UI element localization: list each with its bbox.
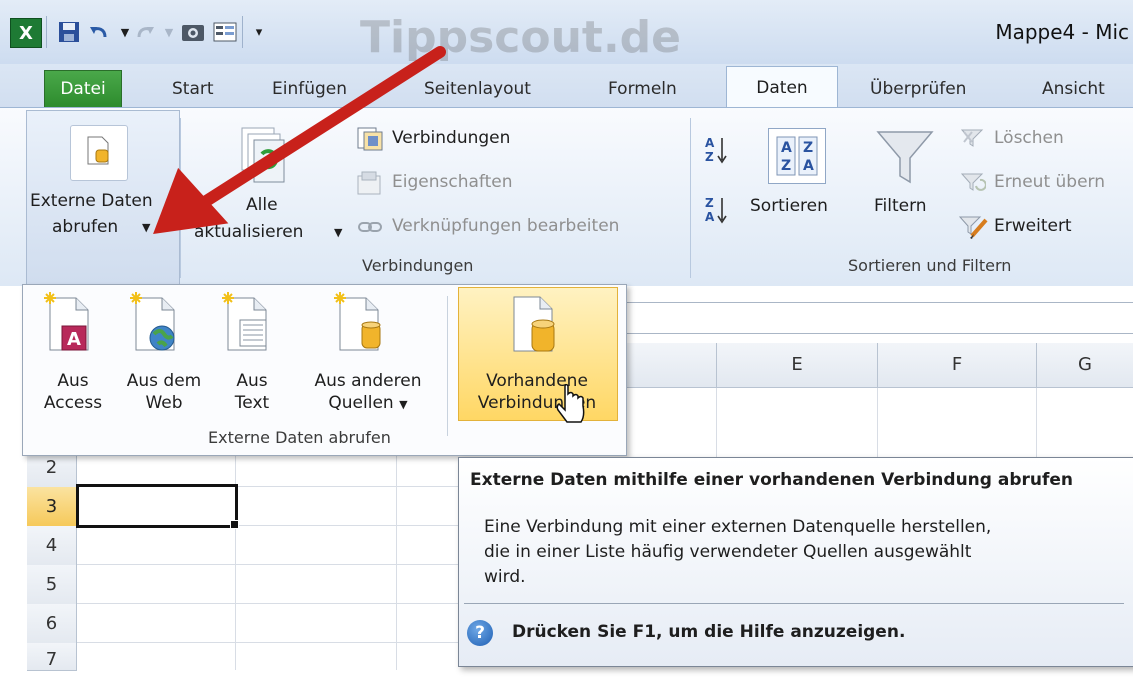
help-icon: ?: [467, 620, 493, 646]
tab-data[interactable]: Daten: [726, 66, 838, 109]
advanced-filter-button[interactable]: Erweitert: [994, 216, 1072, 236]
svg-text:A: A: [67, 329, 81, 350]
sort-descending-icon[interactable]: ZA: [704, 194, 730, 231]
gridline: [76, 642, 458, 643]
mouse-cursor-icon: [555, 383, 587, 433]
from-other-sources-button[interactable]: Aus anderen Quellen ▼: [296, 370, 440, 416]
chevron-down-icon: ▼: [399, 398, 408, 411]
tooltip-body: Eine Verbindung mit einer externen Daten…: [484, 517, 992, 587]
undo-icon[interactable]: [86, 20, 112, 44]
text-file-icon: [222, 292, 278, 361]
filter-button[interactable]: Filtern: [874, 196, 927, 216]
gridline: [877, 388, 878, 458]
window-title: Mappe4 - Mic: [995, 20, 1129, 44]
row-header-7[interactable]: 7: [27, 643, 77, 671]
filter-icon: [876, 128, 936, 193]
svg-text:Z: Z: [705, 150, 714, 164]
gridline: [76, 603, 458, 604]
sort-ascending-icon[interactable]: AZ: [704, 134, 730, 171]
external-data-label-line1[interactable]: Externe Daten: [30, 191, 153, 211]
tab-file[interactable]: Datei: [44, 70, 122, 109]
tooltip-help-text: Drücken Sie F1, um die Hilfe anzuzeigen.: [512, 622, 906, 642]
group-label-external-data: Externe Daten abrufen: [208, 428, 391, 447]
other-sources-icon: [334, 292, 390, 361]
external-data-label-line2[interactable]: abrufen: [52, 217, 118, 237]
column-header-f[interactable]: F: [878, 343, 1037, 388]
fill-handle[interactable]: [230, 520, 239, 529]
svg-text:Z: Z: [705, 196, 714, 210]
divider: [464, 603, 1124, 604]
group-label-sort-filter: Sortieren und Filtern: [848, 256, 1012, 275]
excel-app-icon[interactable]: X: [10, 18, 42, 48]
ribbon-separator: [690, 118, 691, 278]
svg-text:A: A: [705, 210, 715, 224]
existing-connections-icon: [508, 293, 564, 362]
sort-button[interactable]: Sortieren: [750, 196, 828, 216]
save-icon[interactable]: [56, 20, 82, 44]
row-header-6[interactable]: 6: [27, 604, 77, 644]
gridline: [76, 564, 458, 565]
gridline: [1036, 388, 1037, 458]
reapply-button: Erneut übern: [994, 172, 1105, 192]
gridline: [396, 450, 397, 670]
gridline: [235, 450, 236, 670]
clear-filter-button: Löschen: [994, 128, 1064, 148]
group-label-connections: Verbindungen: [362, 256, 474, 275]
advanced-filter-icon: [958, 214, 990, 245]
database-document-icon: [86, 136, 112, 171]
row-header-3[interactable]: 3: [27, 487, 77, 527]
clear-filter-icon: [958, 126, 986, 153]
divider: [447, 296, 448, 436]
from-web-button[interactable]: Aus dem Web: [114, 370, 214, 414]
formula-bar[interactable]: [625, 302, 1133, 334]
tooltip-title: Externe Daten mithilfe einer vorhandenen…: [470, 470, 1074, 490]
tab-review[interactable]: Überprüfen: [870, 72, 966, 106]
svg-text:Z: Z: [781, 158, 791, 174]
svg-text:Z: Z: [803, 140, 813, 156]
red-arrow-annotation-icon: [140, 40, 460, 245]
row-header-5[interactable]: 5: [27, 565, 77, 605]
tab-view[interactable]: Ansicht: [1042, 72, 1105, 106]
access-icon: A: [44, 292, 100, 361]
tab-formulas[interactable]: Formeln: [608, 72, 677, 106]
row-header-4[interactable]: 4: [27, 526, 77, 566]
existing-connections-button[interactable]: Vorhandene Verbindungen: [460, 370, 614, 414]
column-header-e[interactable]: E: [717, 343, 878, 388]
web-icon: [130, 292, 186, 361]
svg-text:A: A: [705, 136, 715, 150]
svg-text:A: A: [803, 158, 814, 174]
sort-dialog-icon[interactable]: AZZA: [768, 128, 826, 184]
active-cell[interactable]: [76, 484, 238, 528]
gridline: [716, 388, 717, 458]
divider: [46, 16, 47, 48]
reapply-icon: [958, 170, 987, 197]
column-header-g[interactable]: G: [1037, 343, 1133, 388]
from-access-button[interactable]: Aus Access: [38, 370, 108, 414]
from-text-button[interactable]: Aus Text: [222, 370, 282, 414]
svg-text:A: A: [781, 140, 792, 156]
